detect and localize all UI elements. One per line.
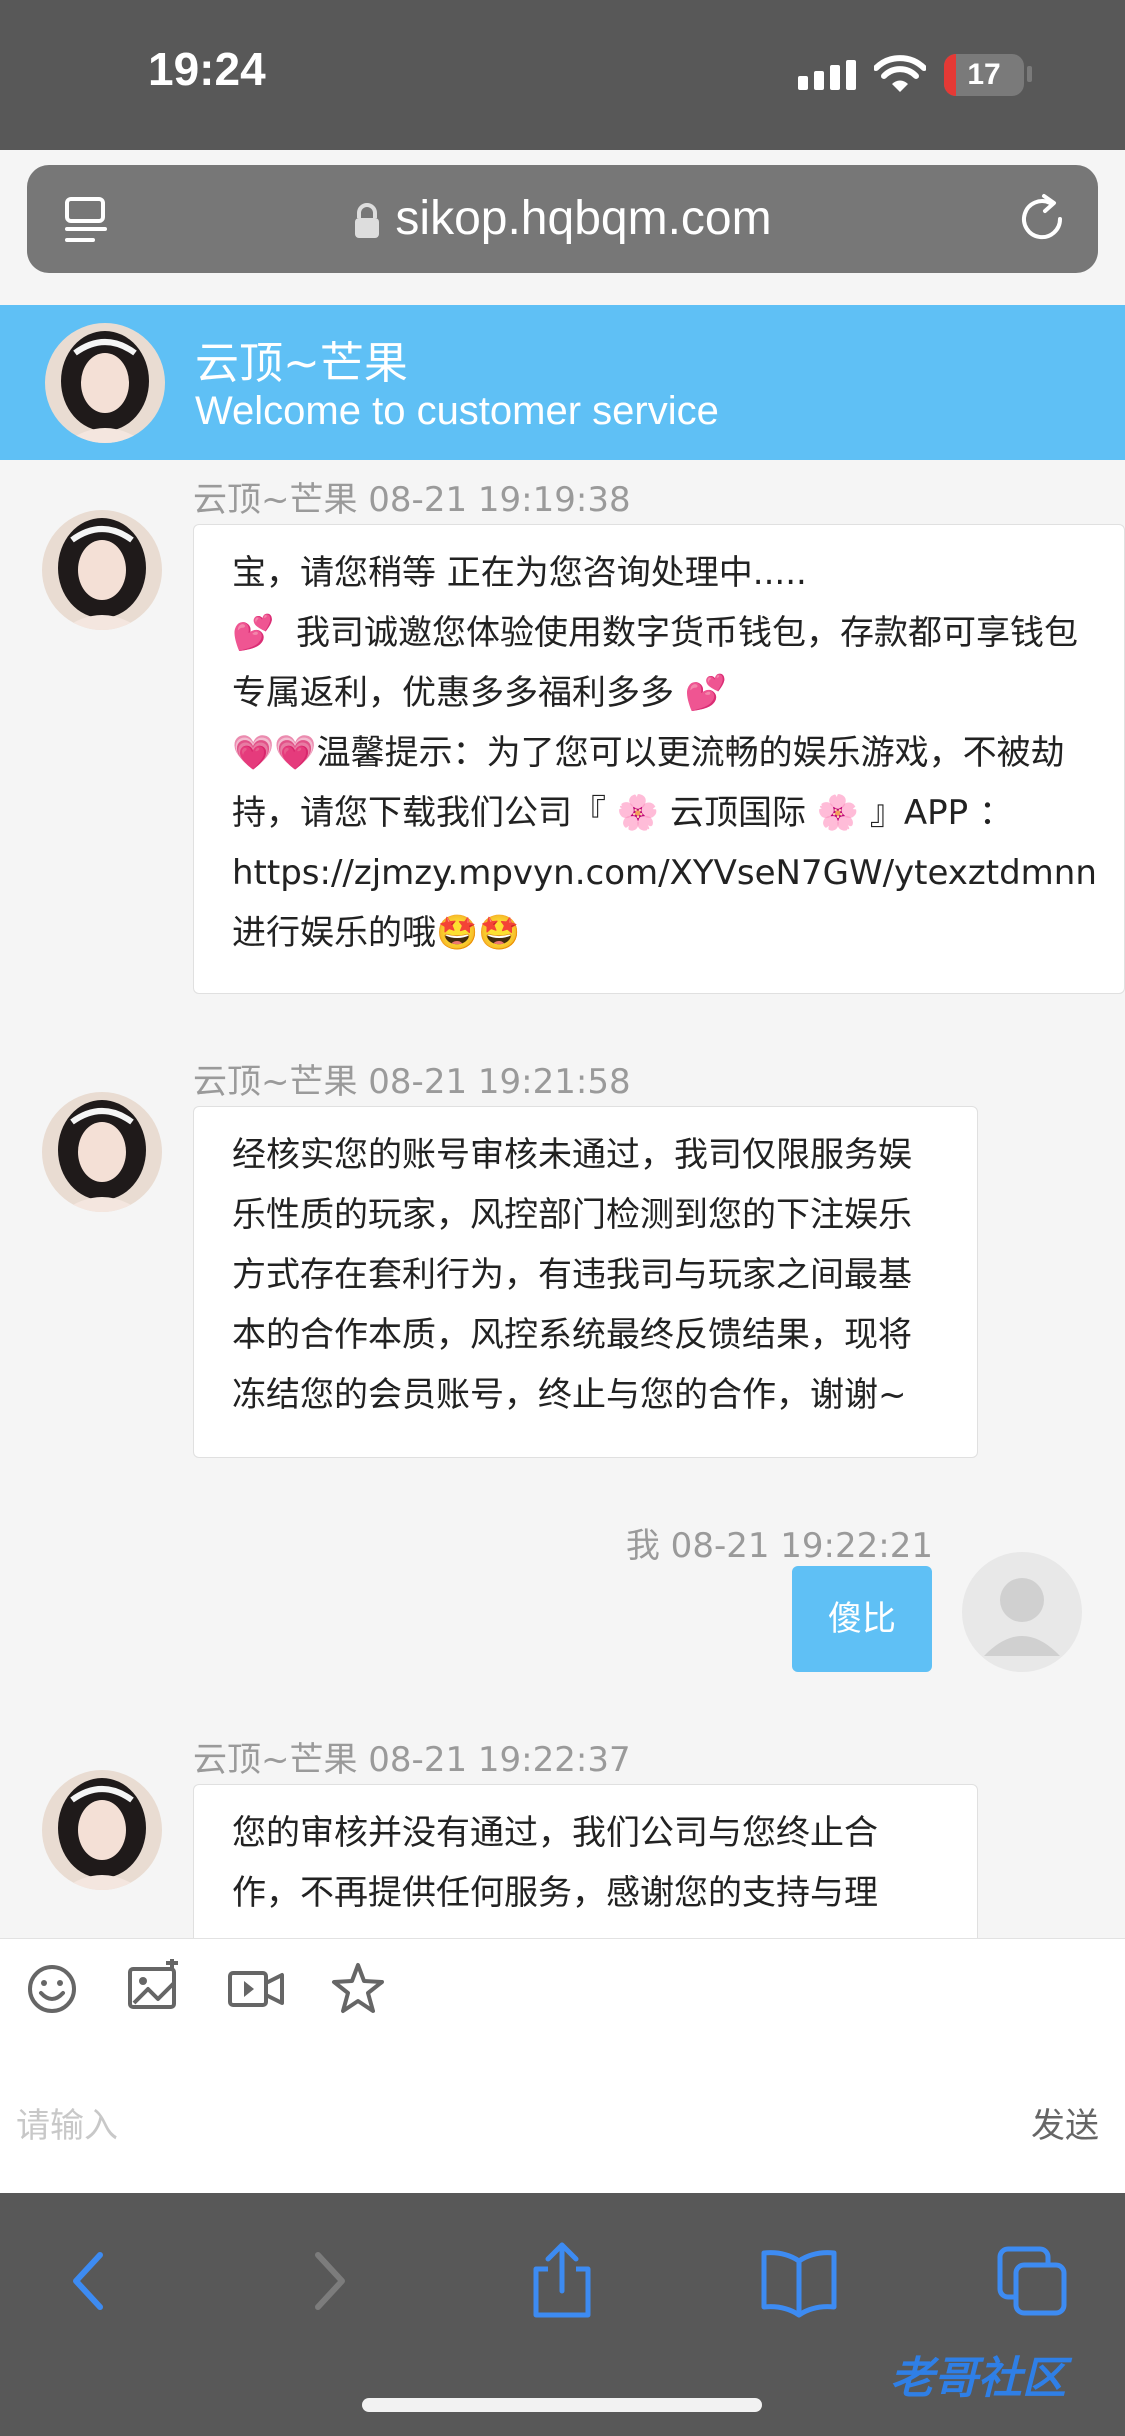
address-bar[interactable]: sikop.hqbqm.com bbox=[27, 165, 1098, 273]
message-line: 💗💗温馨提示：为了您可以更流畅的娱乐游戏，不被劫 bbox=[232, 733, 1065, 773]
message-text: 宝，请您稍等 正在为您咨询处理中..... 💕 我司诚邀您体验使用数字货币钱包，存… bbox=[232, 543, 1097, 963]
message-input[interactable]: 请输入 bbox=[16, 2098, 118, 2147]
status-time: 19:24 bbox=[148, 43, 266, 95]
message-meta: 我 08-21 19:22:21 bbox=[625, 1526, 933, 1566]
lock-icon bbox=[355, 203, 380, 239]
message-line: 专属返利，优惠多多福利多多 💕 bbox=[232, 673, 728, 713]
input-toolbar bbox=[0, 1938, 1125, 2044]
message-meta: 云顶~芒果 08-21 19:19:38 bbox=[193, 480, 631, 520]
message-bubble: 宝，请您稍等 正在为您咨询处理中..... 💕 我司诚邀您体验使用数字货币钱包，存… bbox=[193, 524, 1125, 994]
home-indicator bbox=[362, 2398, 762, 2412]
message-bubble: 您的审核并没有通过，我们公司与您终止合 作，不再提供任何服务，感谢您的支持与理 bbox=[193, 1784, 978, 1938]
message-line: 您的审核并没有通过，我们公司与您终止合 bbox=[232, 1813, 878, 1853]
battery-indicator: 17 bbox=[944, 54, 1024, 96]
video-icon[interactable] bbox=[226, 1959, 286, 2019]
agent-avatar bbox=[42, 1770, 162, 1890]
back-icon[interactable] bbox=[64, 2241, 112, 2321]
message-input-row: 请输入 发送 bbox=[0, 2043, 1125, 2193]
bookmarks-icon[interactable] bbox=[760, 2241, 838, 2321]
message-text: 经核实您的账号审核未通过，我司仅限服务娱 乐性质的玩家，风控部门检测到您的下注娱乐… bbox=[232, 1125, 912, 1425]
wifi-icon bbox=[874, 55, 926, 92]
message-line: 冻结您的会员账号，终止与您的合作，谢谢~ bbox=[232, 1375, 907, 1415]
tabs-icon[interactable] bbox=[996, 2241, 1070, 2321]
chat-title: 云顶~芒果 bbox=[195, 338, 408, 389]
message-text: 您的审核并没有通过，我们公司与您终止合 作，不再提供任何服务，感谢您的支持与理 bbox=[232, 1803, 878, 1923]
chat-header: 云顶~芒果 Welcome to customer service bbox=[0, 305, 1125, 460]
watermark-logo: 老哥社区 bbox=[890, 2353, 1066, 2404]
message-line: 方式存在套利行为，有违我司与玩家之间最基 bbox=[232, 1255, 912, 1295]
reload-icon[interactable] bbox=[1016, 193, 1068, 245]
star-icon[interactable] bbox=[330, 1959, 386, 2019]
message-line: 进行娱乐的哦🤩🤩 bbox=[232, 913, 521, 953]
image-icon[interactable] bbox=[126, 1959, 182, 2019]
message-list[interactable]: 云顶~芒果 08-21 19:19:38 宝，请您稍等 正在为您咨询处理中...… bbox=[0, 460, 1125, 1938]
message-link[interactable]: https://zjmzy.mpvyn.com/XYVseN7GW/ytexzt… bbox=[232, 843, 1097, 903]
message-meta: 云顶~芒果 08-21 19:22:37 bbox=[193, 1740, 631, 1780]
battery-tip bbox=[1027, 66, 1032, 82]
status-bar: 19:24 17 bbox=[0, 0, 1125, 150]
message-line: 本的合作本质，风控系统最终反馈结果，现将 bbox=[232, 1315, 912, 1355]
message-bubble: 经核实您的账号审核未通过，我司仅限服务娱 乐性质的玩家，风控部门检测到您的下注娱乐… bbox=[193, 1106, 978, 1458]
agent-avatar bbox=[45, 323, 165, 443]
url-text: sikop.hqbqm.com bbox=[395, 192, 772, 245]
cellular-signal-icon bbox=[798, 60, 856, 90]
emoji-icon[interactable] bbox=[26, 1959, 78, 2019]
chat-subtitle: Welcome to customer service bbox=[195, 389, 719, 433]
send-button[interactable]: 发送 bbox=[1031, 2098, 1099, 2147]
message-line: 乐性质的玩家，风控部门检测到您的下注娱乐 bbox=[232, 1195, 912, 1235]
battery-level: 17 bbox=[967, 58, 1001, 91]
my-message-bubble: 傻比 bbox=[792, 1566, 932, 1672]
message-line: 作，不再提供任何服务，感谢您的支持与理 bbox=[232, 1873, 878, 1913]
share-icon[interactable] bbox=[528, 2241, 596, 2321]
user-avatar bbox=[962, 1552, 1082, 1672]
agent-avatar bbox=[42, 1092, 162, 1212]
forward-icon[interactable] bbox=[306, 2241, 354, 2321]
message-meta: 云顶~芒果 08-21 19:21:58 bbox=[193, 1062, 631, 1102]
message-line: 持，请您下载我们公司『 🌸 云顶国际 🌸 』APP ： bbox=[232, 793, 1013, 833]
agent-avatar bbox=[42, 510, 162, 630]
message-line: 经核实您的账号审核未通过，我司仅限服务娱 bbox=[232, 1135, 912, 1175]
message-line: 💕 我司诚邀您体验使用数字货币钱包，存款都可享钱包 bbox=[232, 613, 1078, 653]
url-display[interactable]: sikop.hqbqm.com bbox=[27, 191, 1098, 246]
message-line: 宝，请您稍等 正在为您咨询处理中..... bbox=[232, 553, 807, 593]
